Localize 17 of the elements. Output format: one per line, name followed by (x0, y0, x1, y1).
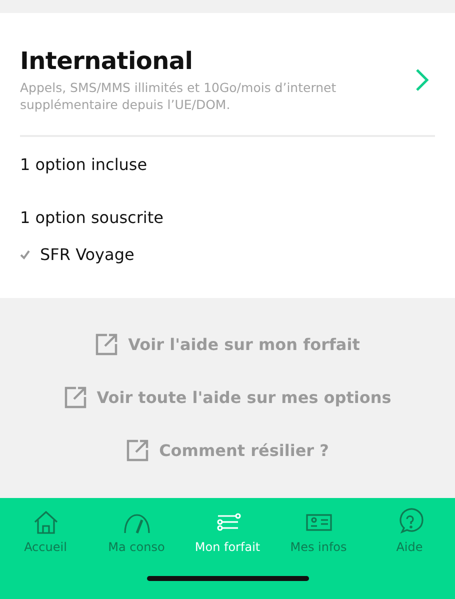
tab[interactable]: Aide (364, 508, 455, 554)
chevron-right-icon[interactable] (415, 68, 429, 92)
subscribed-heading: 1 option souscrite (20, 208, 164, 227)
external-link-icon (126, 439, 150, 462)
tab[interactable]: Mes infos (273, 508, 364, 554)
plan-description: Appels, SMS/MMS illimités et 10Go/mois d’internet supplémentaire depuis l’UE/DOM. (20, 79, 338, 113)
tab[interactable]: Mon forfait (182, 508, 273, 554)
included-heading: 1 option incluse (20, 155, 148, 174)
help-link[interactable]: Comment résilier ? (159, 441, 329, 460)
tab[interactable]: Ma conso (91, 508, 182, 554)
tab[interactable]: Accueil (0, 508, 91, 554)
help-link[interactable]: Voir l'aide sur mon forfait (128, 335, 360, 354)
external-link-icon (95, 333, 118, 356)
plan-title: International (20, 47, 194, 75)
option-name: SFR Voyage (40, 245, 134, 264)
help-link[interactable]: Voir toute l'aide sur mes options (96, 388, 392, 407)
external-link-icon (64, 386, 87, 409)
